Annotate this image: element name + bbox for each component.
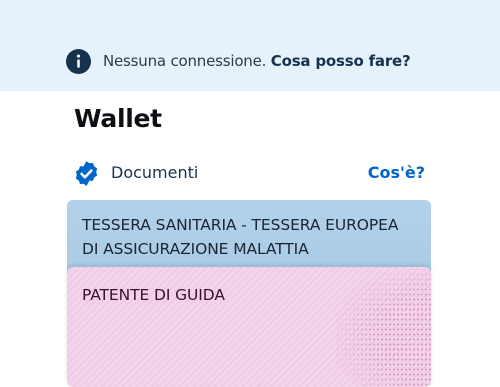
offline-banner: Nessuna connessione. Cosa posso fare? [0,0,500,91]
offline-message: Nessuna connessione. Cosa posso fare? [103,52,411,70]
offline-text: Nessuna connessione. [103,52,267,70]
driving-license-card[interactable]: PATENTE DI GUIDA [67,267,431,387]
what-to-do-link[interactable]: Cosa posso fare? [271,52,411,70]
verified-badge-icon [75,161,98,186]
page-title: Wallet [74,104,162,133]
documents-section-label: Documenti [111,163,199,182]
driving-license-title: PATENTE DI GUIDA [82,286,225,304]
what-is-it-link[interactable]: Cos'è? [368,163,425,182]
health-card-title: TESSERA SANITARIA - TESSERA EUROPEA DI A… [82,216,399,258]
info-icon [66,49,91,74]
